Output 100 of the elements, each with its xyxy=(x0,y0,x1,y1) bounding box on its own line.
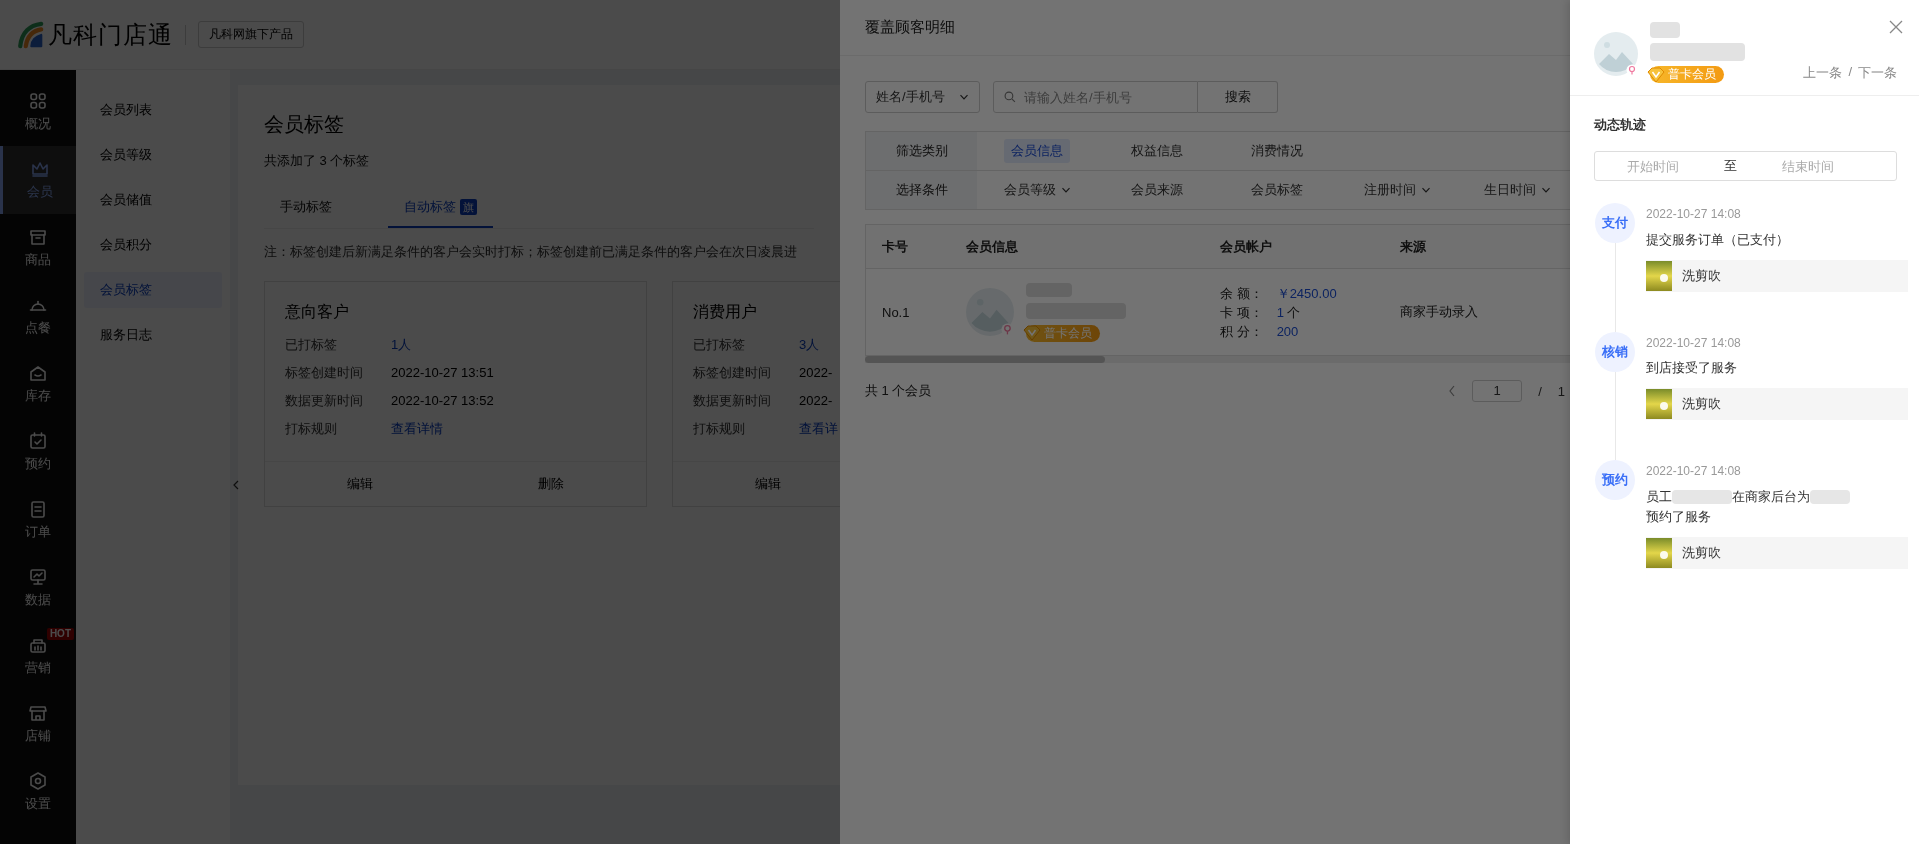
event-type-badge: 预约 xyxy=(1595,460,1635,501)
event-type-badge: 支付 xyxy=(1595,203,1635,243)
field-link[interactable]: 3人 xyxy=(799,333,820,357)
tag-name: 意向客户 xyxy=(285,302,349,322)
submenu-item[interactable]: 服务日志 xyxy=(84,317,222,353)
blurred-text xyxy=(1810,489,1850,504)
column-header: 卡号 xyxy=(882,237,908,256)
start-date-field[interactable]: 开始时间 xyxy=(1595,158,1710,174)
total-count-text: 共 1 个会员 xyxy=(865,382,932,400)
member-level-label: 普卡会员 xyxy=(1044,324,1092,342)
search-type-select[interactable]: 姓名/手机号 xyxy=(865,81,980,113)
logo-text: 凡科门店通 xyxy=(48,19,173,50)
submenu-item[interactable]: 会员等级 xyxy=(84,137,222,173)
logo-icon xyxy=(16,20,44,49)
service-name: 洗剪吹 xyxy=(1682,395,1721,414)
field-link[interactable]: 查看详 xyxy=(799,417,838,441)
field-label: 打标规则 xyxy=(285,420,337,438)
event-time: 2022-10-27 14:08 xyxy=(1646,335,1741,350)
diamond-v-icon xyxy=(1647,66,1665,83)
filter-option[interactable]: 消费情况 xyxy=(1244,139,1310,163)
filter-option[interactable]: 生日时间 xyxy=(1476,178,1558,202)
submenu-item[interactable]: 会员标签 xyxy=(84,272,222,308)
column-header: 会员信息 xyxy=(966,237,1018,256)
filter-option[interactable]: 权益信息 xyxy=(1124,139,1190,163)
range-separator: 至 xyxy=(1722,157,1738,175)
tab[interactable]: 自动标签 旗 xyxy=(388,188,493,228)
event-description: 员工 xyxy=(1646,487,1672,506)
nav-item[interactable]: 店铺 xyxy=(0,690,76,758)
event-time: 2022-10-27 14:08 xyxy=(1646,207,1741,221)
field-value: 2022- xyxy=(799,364,833,382)
column-header: 会员帐户 xyxy=(1220,237,1272,256)
nav-item[interactable]: 数据 xyxy=(0,554,76,622)
tab[interactable]: 手动标签 xyxy=(264,188,348,228)
field-label: 打标规则 xyxy=(693,420,745,438)
account-value: 200 xyxy=(1276,322,1299,340)
member-level-label: 普卡会员 xyxy=(1668,66,1716,83)
tab-badge: 旗 xyxy=(460,199,477,215)
settings-icon xyxy=(28,771,48,791)
filter-option[interactable]: 会员等级 xyxy=(996,178,1078,202)
nav-item[interactable]: 商品 xyxy=(0,214,76,282)
box-icon xyxy=(28,227,48,247)
account-value: ￥2450.00 xyxy=(1276,284,1337,302)
nav-item[interactable]: 订单 xyxy=(0,486,76,554)
chevron-down-icon xyxy=(1060,185,1071,195)
chevron-down-icon xyxy=(1420,185,1431,195)
nav-item[interactable]: 库存 xyxy=(0,350,76,418)
nav-item[interactable]: 设置 xyxy=(0,758,76,826)
diamond-v-icon xyxy=(1023,325,1041,341)
prev-link[interactable]: 上一条 xyxy=(1803,64,1843,82)
nav-item[interactable]: 点餐 xyxy=(0,282,76,350)
page-input[interactable]: 1 xyxy=(1472,380,1523,402)
tag-name: 消费用户 xyxy=(693,302,757,322)
field-value: 2022-10-27 13:51 xyxy=(391,364,494,382)
account-label: 卡 项： xyxy=(1220,303,1263,321)
horizontal-scrollbar[interactable] xyxy=(865,356,1570,363)
field-link[interactable]: 查看详情 xyxy=(391,417,443,441)
nav-separator: / xyxy=(1848,64,1852,81)
avatar-drawing xyxy=(966,288,1014,336)
page-total: 1 xyxy=(1557,383,1565,399)
card-action-button[interactable]: 编辑 xyxy=(265,462,456,506)
next-link[interactable]: 下一条 xyxy=(1858,64,1897,82)
nav-item[interactable]: 概况 xyxy=(0,78,76,146)
field-value: 2022- xyxy=(799,392,833,410)
account-label: 积 分： xyxy=(1220,322,1263,340)
end-date-field[interactable]: 结束时间 xyxy=(1750,158,1865,174)
card-action-button[interactable]: 删除 xyxy=(455,462,646,506)
field-link[interactable]: 1人 xyxy=(391,333,412,357)
section-title: 动态轨迹 xyxy=(1594,116,1646,134)
monitor-chart-icon xyxy=(28,567,48,587)
nav-item[interactable]: 预约 xyxy=(0,418,76,486)
grid-icon xyxy=(28,91,48,111)
submenu-item[interactable]: 会员列表 xyxy=(84,92,222,128)
filter-label: 筛选类别 xyxy=(866,132,977,170)
filter-option[interactable]: 会员信息 xyxy=(1004,139,1070,163)
event-description: 到店接受了服务 xyxy=(1646,359,1737,378)
submenu-item[interactable]: 会员积分 xyxy=(84,227,222,263)
search-button[interactable]: 搜索 xyxy=(1198,81,1278,113)
table-cell: 商家手动录入 xyxy=(1400,303,1478,321)
event-type-badge: 核销 xyxy=(1595,331,1635,372)
chevron-left-icon[interactable] xyxy=(1448,385,1457,397)
close-icon[interactable] xyxy=(1889,20,1903,34)
tag-count-text: 共添加了 3 个标签 xyxy=(264,152,370,170)
calendar-check-icon xyxy=(28,431,48,451)
filter-label: 选择条件 xyxy=(866,171,977,209)
account-label: 余 额： xyxy=(1220,284,1263,302)
modal-title: 覆盖顾客明细 xyxy=(865,18,955,37)
chevron-down-icon xyxy=(959,92,969,102)
crown-icon xyxy=(29,159,50,179)
filter-option[interactable]: 会员标签 xyxy=(1244,178,1310,202)
blurred-text xyxy=(1650,22,1680,38)
filter-option[interactable]: 注册时间 xyxy=(1356,178,1438,202)
column-header: 来源 xyxy=(1400,237,1426,256)
filter-option[interactable]: 会员来源 xyxy=(1124,178,1190,202)
submenu-item[interactable]: 会员储值 xyxy=(84,182,222,218)
event-time: 2022-10-27 14:08 xyxy=(1646,464,1741,479)
page-separator: / xyxy=(1538,383,1542,399)
page-title: 会员标签 xyxy=(264,112,344,137)
blurred-text xyxy=(1672,489,1732,504)
service-name: 洗剪吹 xyxy=(1682,544,1721,563)
storefront-icon xyxy=(28,703,48,723)
